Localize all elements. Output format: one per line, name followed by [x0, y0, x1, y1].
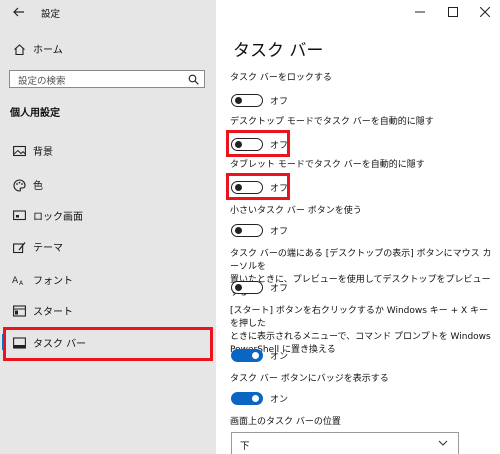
sidebar-item-label: フォント	[33, 276, 73, 287]
sidebar-item-lock-screen[interactable]: ロック画面	[0, 201, 216, 231]
chevron-down-icon	[438, 440, 448, 446]
setting-label-line: ときに表示されるメニューで、コマンド プロンプトを Windows	[230, 332, 491, 342]
sidebar-item-label: テーマ	[33, 243, 63, 254]
back-arrow-icon	[13, 7, 24, 17]
theme-brush-icon	[12, 240, 26, 254]
toggle-state: オフ	[270, 284, 289, 294]
toggle-state: オフ	[270, 97, 289, 107]
toggle-knob	[252, 352, 259, 359]
sidebar-item-label: スタート	[33, 307, 73, 318]
back-button[interactable]	[8, 2, 30, 22]
setting-label: デスクトップ モードでタスク バーを自動的に隠す	[230, 117, 434, 127]
position-label: 画面上のタスク バーの位置	[230, 417, 341, 427]
setting-label: タスク バー ボタンにバッジを表示する	[230, 374, 389, 384]
powershell-toggle[interactable]	[231, 349, 263, 362]
highlight-box	[226, 173, 290, 200]
toggle-knob	[235, 97, 242, 104]
setting-label-line: タスク バーの端にある [デスクトップの表示] ボタンにマウス カーソルを	[230, 249, 492, 272]
start-icon	[12, 304, 26, 318]
sidebar-item-label: 色	[33, 181, 43, 192]
search-icon	[188, 74, 199, 85]
sidebar-item-label: ロック画面	[33, 212, 83, 223]
palette-icon	[12, 178, 26, 192]
sidebar-item-home[interactable]: ホーム	[0, 34, 216, 64]
home-icon	[12, 42, 26, 56]
select-value: 下	[240, 441, 250, 452]
section-title: 個人用設定	[10, 108, 60, 119]
sidebar-item-label: 背景	[33, 147, 53, 158]
highlight-box	[226, 130, 290, 157]
app-title: 設定	[41, 9, 61, 20]
sidebar-item-theme[interactable]: テーマ	[0, 232, 216, 262]
highlight-box	[3, 327, 213, 361]
setting-label-line: [スタート] ボタンを右クリックするか Windows キー + X キーを押し…	[230, 306, 489, 329]
search-input[interactable]: 設定の検索	[9, 70, 205, 88]
toggle-state: オン	[270, 352, 289, 362]
search-placeholder: 設定の検索	[18, 76, 66, 87]
settings-panel: タスク バー タスク バーをロックする オフ デスクトップ モードでタスク バー…	[216, 0, 500, 454]
scrollbar[interactable]	[490, 30, 494, 450]
setting-label: 小さいタスク バー ボタンを使う	[230, 206, 362, 216]
svg-text:A: A	[12, 276, 19, 286]
sidebar-item-color[interactable]: 色	[0, 170, 216, 200]
font-icon: AA	[12, 273, 26, 287]
sidebar-item-fonts[interactable]: AA フォント	[0, 265, 216, 295]
badges-toggle[interactable]	[231, 392, 263, 405]
toggle-knob	[235, 227, 242, 234]
peek-preview-toggle[interactable]	[231, 281, 263, 294]
sidebar-item-background[interactable]: 背景	[0, 136, 216, 166]
lock-taskbar-toggle[interactable]	[231, 94, 263, 107]
lock-screen-icon	[12, 209, 26, 223]
small-buttons-toggle[interactable]	[231, 224, 263, 237]
toggle-knob	[252, 395, 259, 402]
toggle-state: オフ	[270, 227, 289, 237]
sidebar-item-label: ホーム	[33, 45, 63, 56]
taskbar-position-select[interactable]: 下	[231, 432, 459, 454]
setting-label: タブレット モードでタスク バーを自動的に隠す	[230, 160, 425, 170]
picture-icon	[12, 144, 26, 158]
toggle-knob	[235, 284, 242, 291]
svg-text:A: A	[19, 280, 24, 286]
toggle-state: オン	[270, 395, 289, 405]
sidebar-item-start[interactable]: スタート	[0, 296, 216, 326]
setting-label: タスク バーをロックする	[230, 73, 332, 83]
page-title: タスク バー	[233, 41, 324, 61]
